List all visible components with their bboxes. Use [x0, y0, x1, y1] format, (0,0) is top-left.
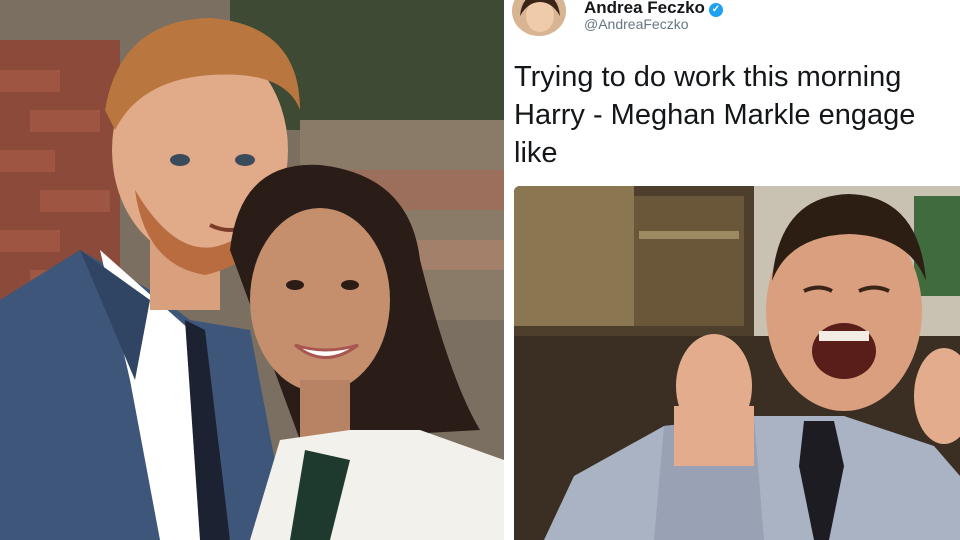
avatar[interactable]	[512, 0, 566, 36]
couple-photo-illustration	[0, 0, 504, 540]
tweet-text: Trying to do work this morning Harry - M…	[514, 61, 916, 169]
author-handle[interactable]: @AndreaFeczko	[584, 16, 688, 32]
tweet-card: Andrea Feczko ✓ @AndreaFeczko Trying to d…	[508, 0, 960, 540]
author-name-text: Andrea Feczko	[584, 0, 705, 17]
tweet-header: Andrea Feczko ✓ @AndreaFeczko	[512, 0, 952, 42]
couple-photo	[0, 0, 504, 540]
tweet-gif[interactable]	[514, 186, 960, 540]
verified-badge-icon: ✓	[708, 3, 723, 17]
reaction-gif-illustration	[514, 186, 960, 540]
